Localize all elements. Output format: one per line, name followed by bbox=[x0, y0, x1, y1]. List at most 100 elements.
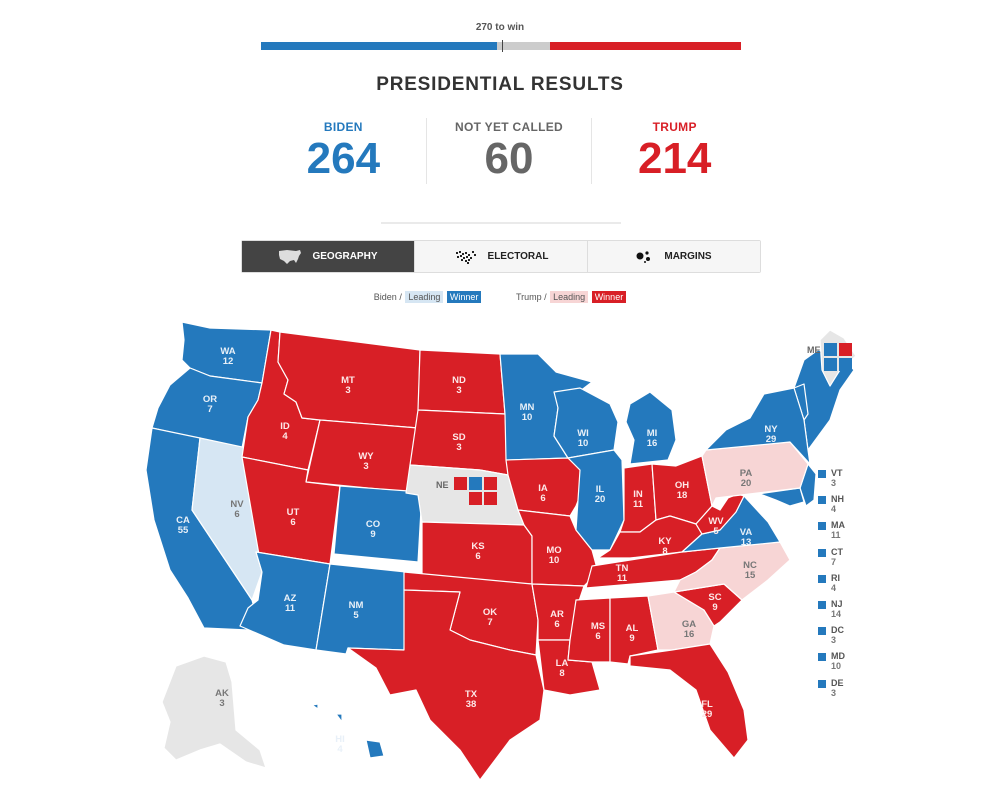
me-district-1[interactable] bbox=[838, 343, 852, 356]
state-oh[interactable] bbox=[651, 455, 713, 525]
small-state-ev: 3 bbox=[831, 635, 837, 646]
small-state-ev: 4 bbox=[831, 504, 837, 515]
state-fl[interactable] bbox=[629, 643, 749, 759]
small-state-ct[interactable]: CT 7 bbox=[818, 547, 845, 573]
to-win-label: 270 to win bbox=[475, 22, 525, 33]
state-nd[interactable] bbox=[417, 349, 506, 415]
state-code-label: HI bbox=[335, 734, 345, 745]
small-state-nj[interactable]: NJ 14 bbox=[818, 599, 845, 625]
state-in[interactable] bbox=[619, 463, 657, 533]
dem-winner-swatch bbox=[818, 522, 826, 531]
state-co[interactable] bbox=[333, 485, 423, 563]
legend-biden: Biden / Leading Winner bbox=[374, 291, 482, 303]
small-state-ma[interactable]: MA 11 bbox=[818, 520, 845, 546]
small-state-text: DE 3 bbox=[831, 678, 844, 698]
state-wy[interactable] bbox=[305, 419, 419, 493]
small-state-ev: 11 bbox=[831, 530, 841, 541]
me-district-0[interactable] bbox=[823, 343, 837, 356]
small-state-code: RI bbox=[831, 572, 840, 583]
small-state-text: CT 7 bbox=[831, 547, 843, 567]
small-state-ev: 3 bbox=[831, 478, 837, 488]
me-code: ME bbox=[807, 345, 821, 355]
ne-district-4[interactable] bbox=[483, 492, 497, 505]
tab-electoral[interactable]: ELECTORAL bbox=[415, 241, 588, 272]
tally-trump: TRUMP 214 bbox=[592, 118, 757, 184]
small-state-ev: 3 bbox=[831, 687, 837, 698]
small-state-de[interactable]: DE 3 bbox=[818, 678, 845, 704]
small-state-dc[interactable]: DC 3 bbox=[818, 625, 845, 651]
small-state-text: MD 10 bbox=[831, 651, 845, 671]
legend-trump: Trump / Leading Winner bbox=[516, 291, 627, 303]
me-district-2[interactable] bbox=[823, 358, 837, 371]
dem-winner-swatch bbox=[818, 548, 826, 557]
legend-biden-winner: Winner bbox=[446, 291, 482, 303]
tally-label: NOT YET CALLED bbox=[455, 120, 563, 134]
small-states-list: VT 3 NH 4 MA 11 CT 7 RI 4 NJ 14 DC 3 MD 10 DE 3 bbox=[818, 468, 845, 704]
tab-label: MARGINS bbox=[664, 251, 712, 262]
view-tabs: GEOGRAPHY ELECTORAL MARGINS bbox=[241, 240, 761, 273]
small-state-code: DC bbox=[831, 625, 844, 636]
nebraska-split-box: NE bbox=[436, 477, 497, 505]
tally-value: 214 bbox=[637, 134, 712, 183]
state-ia[interactable] bbox=[505, 457, 585, 517]
small-state-ev: 14 bbox=[831, 608, 842, 619]
electoral-map-icon bbox=[455, 250, 476, 264]
state-ev-label: 4 bbox=[337, 744, 343, 755]
us-map-icon bbox=[279, 249, 302, 264]
dem-winner-swatch bbox=[818, 600, 826, 609]
small-state-text: MA 11 bbox=[831, 520, 845, 540]
ne-district-2[interactable] bbox=[483, 477, 497, 490]
small-state-nh[interactable]: NH 4 bbox=[818, 494, 845, 520]
progress-dem-segment bbox=[261, 42, 497, 50]
tally-label: BIDEN bbox=[323, 120, 363, 134]
maine-split-box: ME bbox=[807, 343, 852, 371]
state-nm[interactable] bbox=[315, 563, 407, 655]
divider bbox=[381, 222, 621, 224]
state-ak[interactable] bbox=[161, 655, 267, 769]
small-state-text: DC 3 bbox=[831, 625, 844, 645]
tab-label: GEOGRAPHY bbox=[312, 251, 378, 262]
small-state-text: RI 4 bbox=[831, 573, 840, 593]
small-state-ri[interactable]: RI 4 bbox=[818, 573, 845, 599]
map-legend: Biden / Leading Winner Trump / Leading W… bbox=[0, 291, 1000, 303]
tab-geography[interactable]: GEOGRAPHY bbox=[242, 241, 415, 272]
ne-district-0[interactable] bbox=[453, 477, 467, 490]
small-state-ev: 7 bbox=[831, 556, 837, 567]
small-state-code: MD bbox=[831, 651, 845, 662]
margins-dots-icon bbox=[636, 250, 651, 263]
small-state-ev: 10 bbox=[831, 661, 842, 672]
small-state-ev: 4 bbox=[831, 582, 837, 593]
state-sd[interactable] bbox=[409, 409, 509, 476]
legend-trump-winner: Winner bbox=[591, 291, 627, 303]
tally-label: TRUMP bbox=[652, 120, 697, 134]
small-state-md[interactable]: MD 10 bbox=[818, 651, 845, 677]
state-ms[interactable] bbox=[567, 597, 611, 663]
tab-margins[interactable]: MARGINS bbox=[588, 241, 760, 272]
dem-winner-swatch bbox=[818, 653, 826, 662]
dem-winner-swatch bbox=[818, 574, 826, 583]
dem-winner-swatch bbox=[818, 627, 826, 636]
tally-value: 60 bbox=[484, 134, 534, 183]
tally-biden: BIDEN 264 bbox=[261, 118, 427, 184]
state-hi[interactable] bbox=[311, 703, 385, 759]
dem-winner-swatch bbox=[818, 679, 826, 688]
small-state-text: NJ 14 bbox=[831, 599, 843, 619]
state-mi[interactable] bbox=[625, 391, 677, 465]
tally-value: 264 bbox=[306, 134, 381, 183]
ne-district-1[interactable] bbox=[468, 477, 482, 490]
legend-biden-leading: Leading bbox=[405, 291, 444, 303]
small-state-code: NJ bbox=[831, 598, 843, 609]
tally-row: BIDEN 264 NOT YET CALLED 60 TRUMP 214 bbox=[261, 118, 757, 184]
threshold-marker bbox=[501, 40, 503, 52]
small-state-code: MA bbox=[831, 520, 845, 531]
tally-not-called: NOT YET CALLED 60 bbox=[427, 118, 593, 184]
small-state-text: VT 3 bbox=[831, 468, 843, 488]
legend-biden-label: Biden / bbox=[373, 292, 402, 302]
small-state-text: NH 4 bbox=[831, 494, 844, 514]
legend-trump-leading: Leading bbox=[550, 291, 589, 303]
state-wi[interactable] bbox=[553, 387, 619, 459]
dem-winner-swatch bbox=[818, 470, 826, 478]
ne-district-3[interactable] bbox=[468, 492, 482, 505]
small-state-vt[interactable]: VT 3 bbox=[818, 468, 845, 494]
me-district-3[interactable] bbox=[838, 358, 852, 371]
